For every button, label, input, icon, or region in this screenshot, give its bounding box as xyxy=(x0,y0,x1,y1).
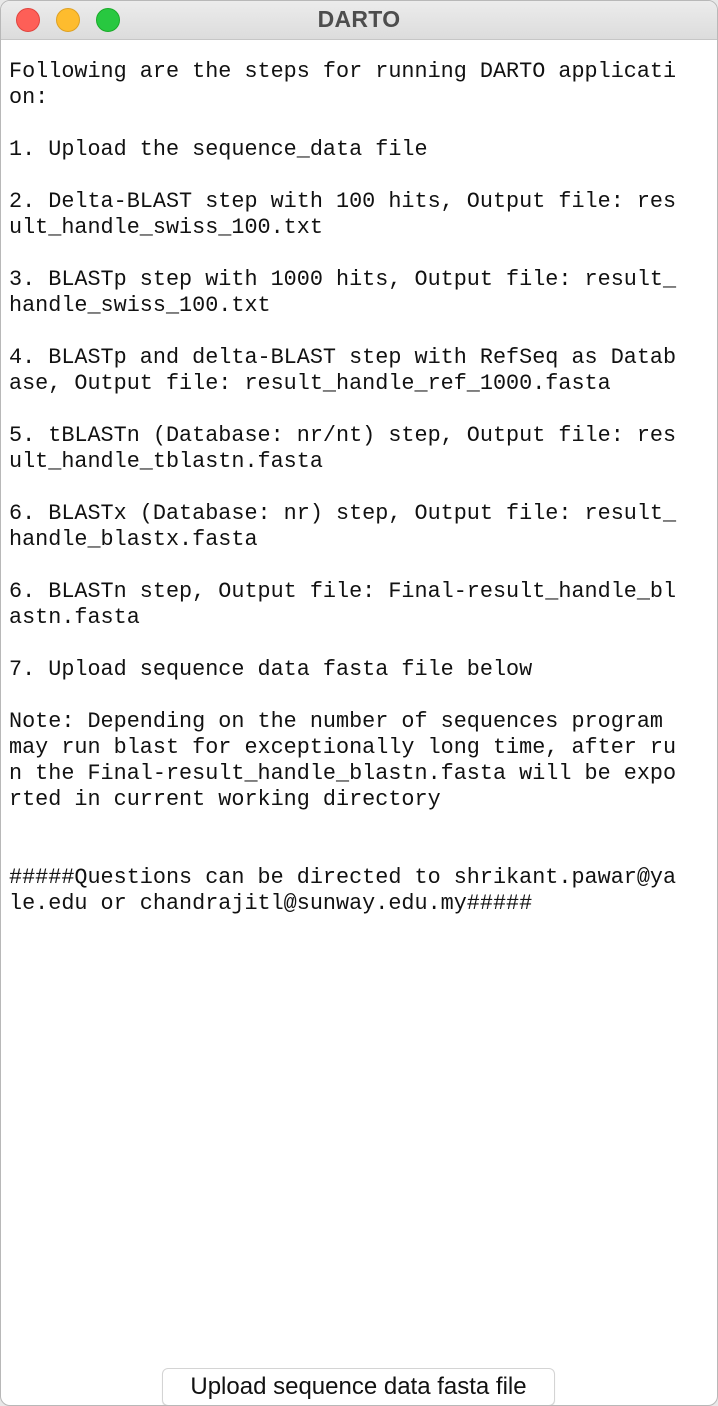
instruction-line xyxy=(9,631,711,657)
instruction-line xyxy=(9,839,711,865)
upload-sequence-button[interactable]: Upload sequence data fasta file xyxy=(162,1368,555,1405)
instruction-line: ult_handle_tblastn.fasta xyxy=(9,449,323,474)
instruction-line: handle_blastx.fasta xyxy=(9,527,258,552)
instruction-line: 2. Delta-BLAST step with 100 hits, Outpu… xyxy=(9,189,677,214)
instruction-line: 6. BLASTx (Database: nr) step, Output fi… xyxy=(9,501,677,526)
instruction-line: astn.fasta xyxy=(9,605,140,630)
instruction-line: ult_handle_swiss_100.txt xyxy=(9,215,323,240)
instruction-line: 3. BLASTp step with 1000 hits, Output fi… xyxy=(9,267,677,292)
instruction-line: n the Final-result_handle_blastn.fasta w… xyxy=(9,761,677,786)
instruction-line: 5. tBLASTn (Database: nr/nt) step, Outpu… xyxy=(9,423,677,448)
instruction-line: on: xyxy=(9,85,49,110)
instruction-line: ase, Output file: result_handle_ref_1000… xyxy=(9,371,611,396)
instruction-line xyxy=(9,163,711,189)
instruction-line xyxy=(9,397,711,423)
instruction-line: 1. Upload the sequence_data file xyxy=(9,137,428,162)
instructions-text: Following are the steps for running DART… xyxy=(9,59,711,917)
instruction-line xyxy=(9,553,711,579)
instruction-line: #####Questions can be directed to shrika… xyxy=(9,865,677,890)
instruction-line xyxy=(9,813,711,839)
instruction-line: may run blast for exceptionally long tim… xyxy=(9,735,677,760)
darto-window: DARTO Following are the steps for runnin… xyxy=(0,0,718,1406)
instruction-line: Following are the steps for running DART… xyxy=(9,59,677,84)
instruction-line xyxy=(9,475,711,501)
window-title: DARTO xyxy=(317,6,401,32)
instruction-line: 6. BLASTn step, Output file: Final-resul… xyxy=(9,579,677,604)
instruction-line xyxy=(9,241,711,267)
instruction-line xyxy=(9,683,711,709)
instruction-line: le.edu or chandrajitl@sunway.edu.my##### xyxy=(9,891,533,916)
instruction-line: handle_swiss_100.txt xyxy=(9,293,271,318)
instruction-line xyxy=(9,319,711,345)
instruction-line: rted in current working directory xyxy=(9,787,441,812)
instruction-line: Note: Depending on the number of sequenc… xyxy=(9,709,677,734)
instruction-line: 7. Upload sequence data fasta file below xyxy=(9,657,533,682)
instruction-line: 4. BLASTp and delta-BLAST step with RefS… xyxy=(9,345,677,370)
instruction-line xyxy=(9,111,711,137)
title-bar[interactable]: DARTO xyxy=(1,1,717,40)
